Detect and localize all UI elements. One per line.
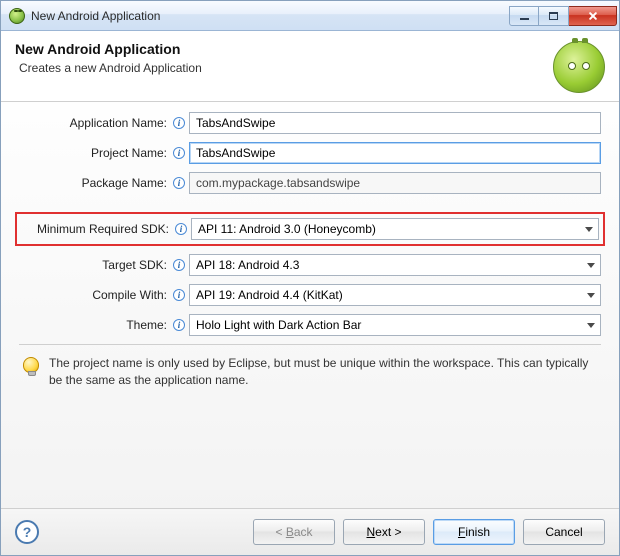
label-theme: Theme: [19, 318, 169, 332]
info-icon[interactable]: i [173, 289, 185, 301]
row-package-name: Package Name: i [19, 172, 601, 194]
info-icon[interactable]: i [173, 259, 185, 271]
compile-with-select[interactable]: API 19: Android 4.4 (KitKat) [189, 284, 601, 306]
android-wizard-icon [553, 41, 605, 93]
target-sdk-value: API 18: Android 4.3 [196, 258, 582, 272]
package-name-input[interactable] [189, 172, 601, 194]
application-name-input[interactable] [189, 112, 601, 134]
label-target-sdk: Target SDK: [19, 258, 169, 272]
help-icon[interactable]: ? [15, 520, 39, 544]
page-title: New Android Application [15, 41, 553, 57]
row-project-name: Project Name: i [19, 142, 601, 164]
theme-value: Holo Light with Dark Action Bar [196, 318, 582, 332]
chevron-down-icon [582, 255, 600, 275]
row-theme: Theme: i Holo Light with Dark Action Bar [19, 314, 601, 336]
form-area: Application Name: i Project Name: i Pack… [1, 102, 619, 513]
cancel-button[interactable]: Cancel [523, 519, 605, 545]
row-application-name: Application Name: i [19, 112, 601, 134]
row-target-sdk: Target SDK: i API 18: Android 4.3 [19, 254, 601, 276]
project-name-input[interactable] [189, 142, 601, 164]
window-controls [509, 6, 617, 26]
window-title: New Android Application [31, 9, 509, 23]
target-sdk-select[interactable]: API 18: Android 4.3 [189, 254, 601, 276]
titlebar: New Android Application [1, 1, 619, 31]
label-application-name: Application Name: [19, 116, 169, 130]
row-min-sdk: Minimum Required SDK: i API 11: Android … [21, 218, 599, 240]
chevron-down-icon [582, 315, 600, 335]
compile-with-value: API 19: Android 4.4 (KitKat) [196, 288, 582, 302]
min-sdk-value: API 11: Android 3.0 (Honeycomb) [198, 222, 580, 236]
next-button[interactable]: Next > [343, 519, 425, 545]
label-project-name: Project Name: [19, 146, 169, 160]
theme-select[interactable]: Holo Light with Dark Action Bar [189, 314, 601, 336]
min-sdk-highlight: Minimum Required SDK: i API 11: Android … [15, 212, 605, 246]
info-icon[interactable]: i [173, 319, 185, 331]
wizard-header: New Android Application Creates a new An… [1, 31, 619, 102]
back-button: < Back [253, 519, 335, 545]
minimize-button[interactable] [509, 6, 539, 26]
info-icon[interactable]: i [173, 147, 185, 159]
close-button[interactable] [569, 6, 617, 26]
page-subtitle: Creates a new Android Application [19, 61, 553, 75]
row-compile-with: Compile With: i API 19: Android 4.4 (Kit… [19, 284, 601, 306]
maximize-button[interactable] [539, 6, 569, 26]
info-icon[interactable]: i [173, 117, 185, 129]
label-compile-with: Compile With: [19, 288, 169, 302]
chevron-down-icon [582, 285, 600, 305]
finish-button[interactable]: Finish [433, 519, 515, 545]
chevron-down-icon [580, 219, 598, 239]
divider [19, 344, 601, 345]
min-sdk-select[interactable]: API 11: Android 3.0 (Honeycomb) [191, 218, 599, 240]
label-package-name: Package Name: [19, 176, 169, 190]
lightbulb-icon [23, 357, 39, 373]
info-icon[interactable]: i [175, 223, 187, 235]
hint-text: The project name is only used by Eclipse… [49, 355, 597, 389]
label-min-sdk: Minimum Required SDK: [21, 222, 171, 236]
android-app-icon [9, 8, 25, 24]
wizard-footer: ? < Back Next > Finish Cancel [1, 508, 619, 555]
hint-note: The project name is only used by Eclipse… [19, 355, 601, 399]
info-icon[interactable]: i [173, 177, 185, 189]
